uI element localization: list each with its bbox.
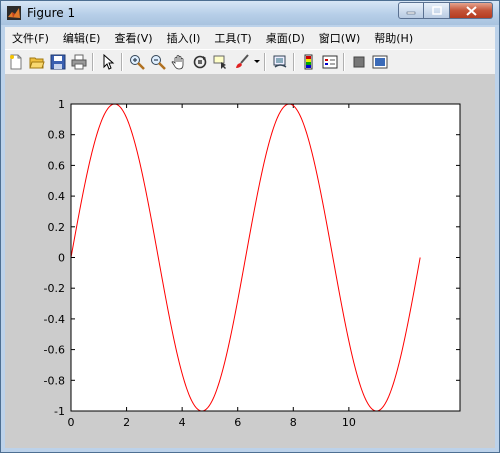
x-tick-label: 2: [123, 416, 130, 429]
toolbar-separator: [264, 53, 266, 71]
menu-file[interactable]: 文件(F): [5, 30, 56, 46]
zoom-in-button[interactable]: [127, 52, 147, 72]
edit-plot-arrow-icon: [103, 54, 115, 70]
new-figure-icon: [10, 54, 22, 70]
y-tick-label: -0.6: [44, 344, 65, 357]
y-tick-label: 0.2: [48, 221, 66, 234]
toolbar-separator: [293, 53, 295, 71]
menu-view[interactable]: 查看(V): [107, 30, 159, 46]
menu-edit[interactable]: 编辑(E): [56, 30, 108, 46]
window-title: Figure 1: [27, 6, 76, 20]
show-plot-tools-button[interactable]: [370, 52, 390, 72]
y-tick-label: 0.4: [48, 190, 66, 203]
menu-insert[interactable]: 插入(I): [160, 30, 208, 46]
print-icon: [71, 54, 87, 70]
zoom-in-icon: [130, 55, 145, 70]
brush-dropdown-button[interactable]: [253, 52, 261, 72]
figure-toolbar: [5, 49, 495, 75]
open-file-button[interactable]: [27, 52, 47, 72]
figure-canvas[interactable]: 0 2 4 6 8 10 -1 -0.8 -0.6 -0.4 -0.2 0 0.2 0.4 0.6 0.8 1: [5, 74, 495, 448]
x-tick-label: 6: [234, 416, 241, 429]
data-cursor-icon: [213, 55, 226, 69]
legend-button[interactable]: [320, 52, 340, 72]
toolbar-separator: [343, 53, 345, 71]
edit-plot-button[interactable]: [98, 52, 118, 72]
menu-bar: 文件(F) 编辑(E) 查看(V) 插入(I) 工具(T) 桌面(D) 窗口(W…: [5, 27, 495, 49]
x-tick-label: 0: [68, 416, 75, 429]
maximize-button[interactable]: [424, 2, 450, 19]
open-file-icon: [29, 57, 45, 69]
y-tick-label: 1: [58, 98, 65, 111]
window-controls: [398, 2, 493, 21]
zoom-out-icon: [151, 55, 166, 70]
save-icon: [50, 54, 66, 70]
x-tick-label: 8: [290, 416, 297, 429]
rotate-3d-icon: [193, 55, 207, 69]
minimize-button[interactable]: [398, 2, 424, 19]
link-plot-button[interactable]: [270, 52, 290, 72]
figure-window: Figure 1 文件(F) 编辑(E) 查看(V) 插入(I) 工具(T) 桌…: [0, 0, 500, 453]
plot-svg: 0 2 4 6 8 10 -1 -0.8 -0.6 -0.4 -0.2 0 0.2 0.4 0.6 0.8 1: [44, 98, 461, 429]
print-button[interactable]: [69, 52, 89, 72]
pan-hand-icon: [171, 55, 184, 70]
y-tick-label: -0.8: [44, 374, 65, 387]
y-tick-label: -0.4: [44, 313, 65, 326]
y-tick-label: 0.8: [48, 129, 66, 142]
minimize-icon: [406, 11, 416, 14]
y-tick-label: -0.2: [44, 282, 65, 295]
pan-button[interactable]: [169, 52, 189, 72]
menu-tools[interactable]: 工具(T): [207, 30, 258, 46]
maximize-icon: [431, 6, 442, 15]
show-plot-tools-icon: [372, 55, 388, 69]
brush-button[interactable]: [232, 52, 252, 72]
y-tick-label: -1: [54, 405, 65, 418]
close-icon: [465, 5, 477, 16]
colorbar-button[interactable]: [299, 52, 319, 72]
brush-dropdown-icon: [253, 60, 260, 63]
zoom-out-button[interactable]: [148, 52, 168, 72]
data-cursor-button[interactable]: [211, 52, 231, 72]
axes-background: [71, 104, 460, 411]
legend-icon: [322, 55, 338, 69]
x-tick-label: 10: [342, 416, 356, 429]
x-tick-label: 4: [179, 416, 186, 429]
menu-desktop[interactable]: 桌面(D): [259, 30, 312, 46]
menu-help[interactable]: 帮助(H): [367, 30, 420, 46]
link-plot-icon: [273, 55, 287, 68]
hide-plot-tools-button[interactable]: [349, 52, 369, 72]
matlab-logo-icon: [7, 6, 21, 20]
menu-window[interactable]: 窗口(W): [312, 30, 367, 46]
colorbar-icon: [304, 54, 313, 70]
new-figure-button[interactable]: [6, 52, 26, 72]
brush-icon: [236, 54, 249, 68]
hide-plot-tools-icon: [353, 56, 365, 68]
title-bar[interactable]: Figure 1: [1, 1, 499, 25]
y-tick-label: 0.6: [48, 159, 66, 172]
toolbar-separator: [121, 53, 123, 71]
toolbar-separator: [92, 53, 94, 71]
close-button[interactable]: [450, 2, 493, 19]
rotate-3d-button[interactable]: [190, 52, 210, 72]
y-tick-label: 0: [58, 252, 65, 265]
save-button[interactable]: [48, 52, 68, 72]
